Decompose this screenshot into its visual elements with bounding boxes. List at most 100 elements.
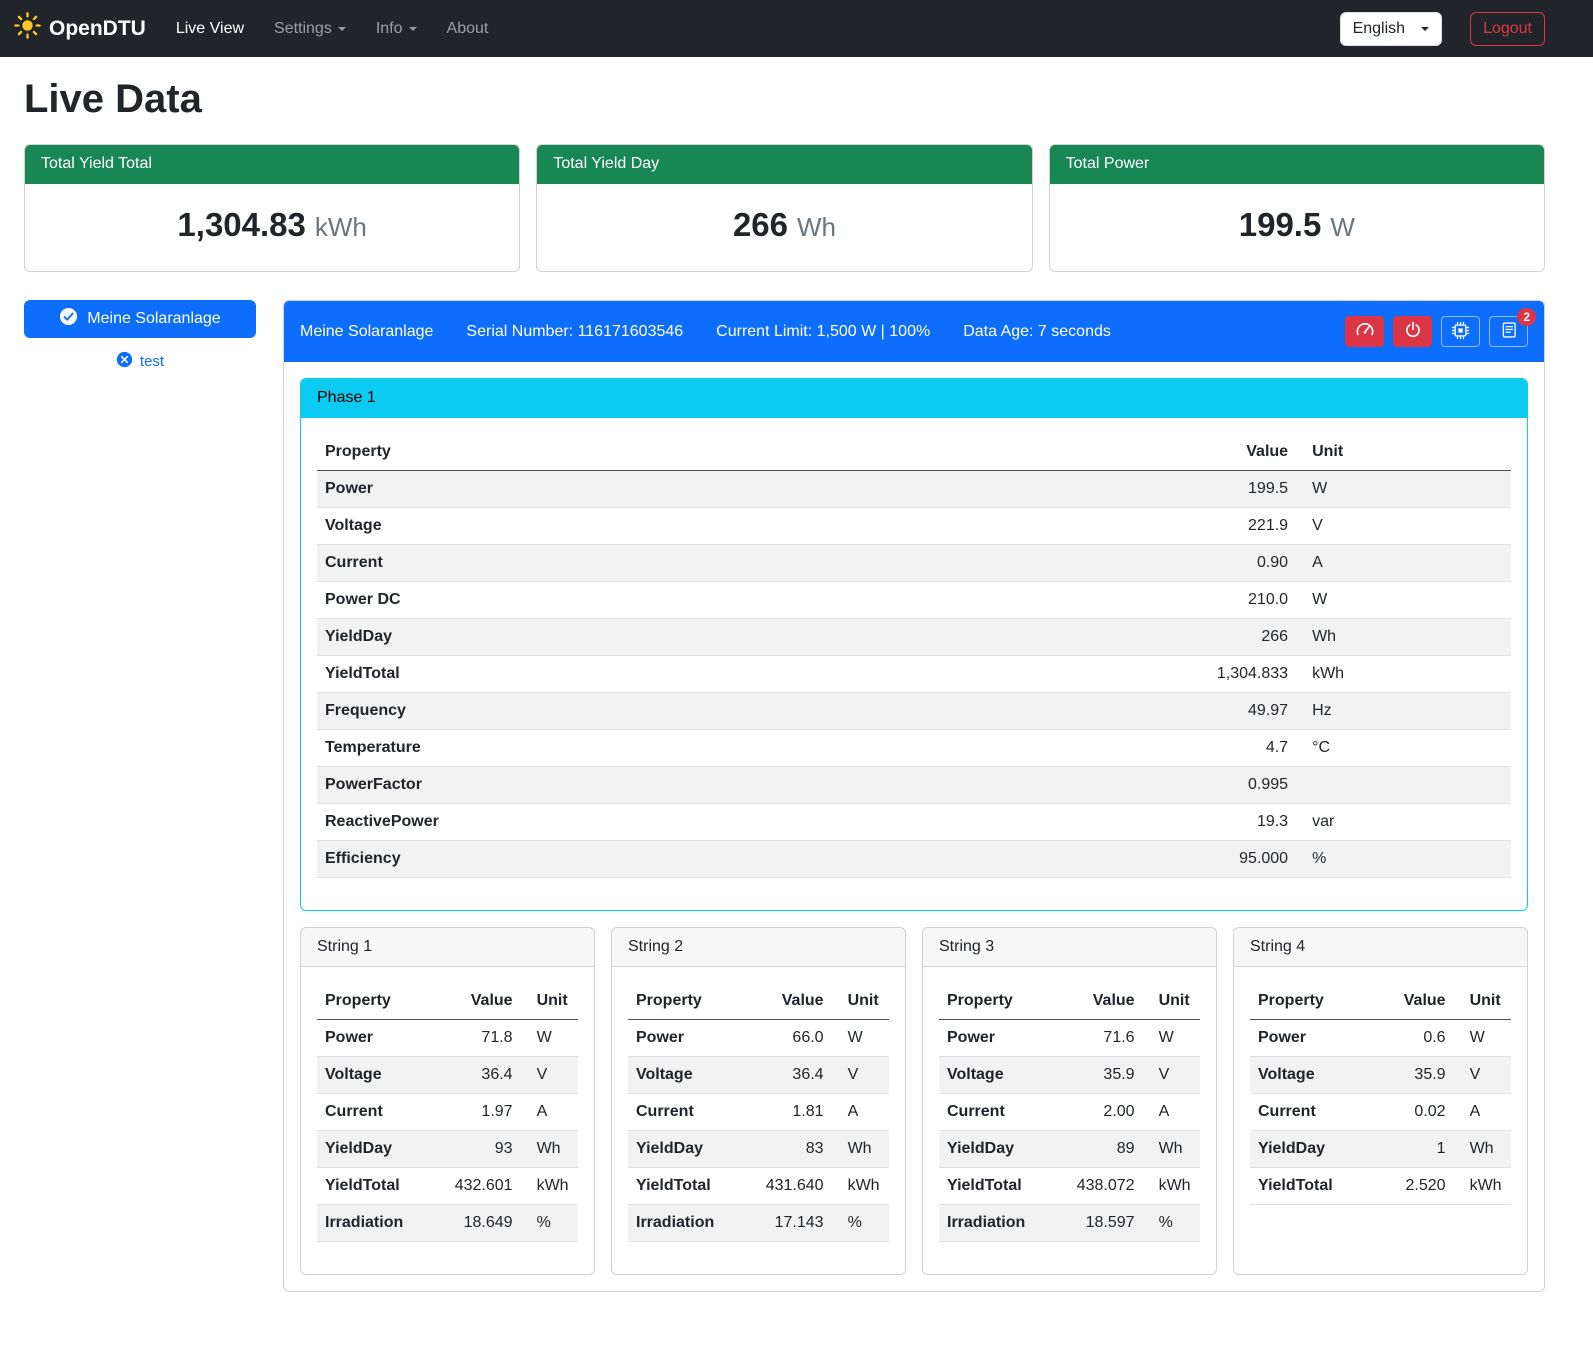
value-cell: 93 — [432, 1131, 521, 1168]
phase-1-title: Phase 1 — [301, 379, 1527, 418]
property-cell: Current — [1250, 1094, 1365, 1131]
property-header: Property — [628, 983, 743, 1020]
inverter-select-button[interactable]: Meine Solaranlage — [24, 300, 256, 338]
unit-cell: V — [1454, 1057, 1511, 1094]
property-cell: Temperature — [317, 730, 1033, 767]
string-1-body: Property Value Unit Power71.8W Voltage36… — [301, 967, 594, 1274]
nav-about[interactable]: About — [435, 12, 501, 46]
unit-cell: W — [1296, 582, 1511, 619]
value-cell: 1.81 — [743, 1094, 832, 1131]
string-4-table: Property Value Unit Power0.6W Voltage35.… — [1250, 983, 1511, 1205]
table-row: PowerFactor0.995 — [317, 767, 1511, 804]
nav-live-view[interactable]: Live View — [164, 12, 256, 46]
value-cell: 89 — [1054, 1131, 1143, 1168]
table-header-row: Property Value Unit — [1250, 983, 1511, 1020]
property-cell: Current — [628, 1094, 743, 1131]
string-3-card: String 3 Property Value Unit — [922, 927, 1217, 1275]
unit-cell: Wh — [1143, 1131, 1200, 1168]
table-row: YieldDay93Wh — [317, 1131, 578, 1168]
unit-cell: W — [1454, 1020, 1511, 1057]
total-yield-day-card: Total Yield Day 266Wh — [536, 144, 1032, 272]
property-cell: PowerFactor — [317, 767, 1033, 804]
journal-icon — [1500, 321, 1518, 342]
value-cell: 19.3 — [1033, 804, 1296, 841]
value-cell: 18.649 — [432, 1205, 521, 1242]
unit-cell: Hz — [1296, 693, 1511, 730]
event-log-button[interactable]: 2 — [1489, 316, 1528, 347]
value-cell: 210.0 — [1033, 582, 1296, 619]
unit-cell: A — [832, 1094, 889, 1131]
value-cell: 83 — [743, 1131, 832, 1168]
table-row: Irradiation17.143% — [628, 1205, 889, 1242]
property-cell: Frequency — [317, 693, 1033, 730]
card-title: Total Yield Total — [25, 145, 519, 184]
property-cell: Power — [317, 471, 1033, 508]
chevron-down-icon — [1421, 27, 1429, 31]
value-cell: 0.6 — [1365, 1020, 1454, 1057]
table-header-row: Property Value Unit — [317, 983, 578, 1020]
value-cell: 95.000 — [1033, 841, 1296, 878]
unit-cell: Wh — [1296, 619, 1511, 656]
inverter-test-label: test — [140, 353, 164, 370]
property-cell: Irradiation — [628, 1205, 743, 1242]
brand[interactable]: OpenDTU — [14, 12, 146, 45]
value-cell: 66.0 — [743, 1020, 832, 1057]
unit-cell: A — [521, 1094, 578, 1131]
inverter-actions: 2 — [1345, 316, 1528, 347]
string-4-body: Property Value Unit Power0.6W Voltage35.… — [1234, 967, 1527, 1237]
inverter-list: Meine Solaranlage test — [24, 300, 256, 372]
property-cell: Power — [317, 1020, 432, 1057]
value-header: Value — [1054, 983, 1143, 1020]
table-row: YieldTotal2.520kWh — [1250, 1168, 1511, 1205]
table-row: Voltage221.9V — [317, 508, 1511, 545]
table-row: Temperature4.7°C — [317, 730, 1511, 767]
nav-info[interactable]: Info — [364, 12, 429, 46]
language-select[interactable]: English — [1340, 12, 1442, 46]
table-row: Voltage36.4V — [628, 1057, 889, 1094]
inverter-serial: Serial Number: 116171603546 — [466, 323, 683, 341]
unit-cell: kWh — [1296, 656, 1511, 693]
property-cell: Power — [1250, 1020, 1365, 1057]
unit-header: Unit — [1296, 434, 1511, 471]
card-title: Total Power — [1050, 145, 1544, 184]
total-power-value: 199.5 — [1239, 206, 1322, 243]
logout-button[interactable]: Logout — [1470, 12, 1545, 46]
property-cell: Voltage — [1250, 1057, 1365, 1094]
unit-cell: V — [832, 1057, 889, 1094]
table-row: Power DC210.0W — [317, 582, 1511, 619]
power-icon — [1404, 321, 1422, 342]
string-4-title: String 4 — [1234, 928, 1527, 967]
table-row: Frequency49.97Hz — [317, 693, 1511, 730]
value-header: Value — [1365, 983, 1454, 1020]
power-button[interactable] — [1393, 316, 1432, 347]
property-cell: Power DC — [317, 582, 1033, 619]
value-cell: 36.4 — [743, 1057, 832, 1094]
table-row: Current0.90A — [317, 545, 1511, 582]
property-cell: ReactivePower — [317, 804, 1033, 841]
inverter-current-limit: Current Limit: 1,500 W | 100% — [716, 323, 930, 341]
value-cell: 1.97 — [432, 1094, 521, 1131]
unit-cell: % — [1296, 841, 1511, 878]
top-navbar: OpenDTU Live View Settings Info About En… — [0, 0, 1593, 57]
unit-cell: V — [1296, 508, 1511, 545]
table-row: YieldTotal432.601kWh — [317, 1168, 578, 1205]
string-1-table: Property Value Unit Power71.8W Voltage36… — [317, 983, 578, 1242]
property-cell: Voltage — [628, 1057, 743, 1094]
inverter-test-link[interactable]: test — [116, 351, 164, 372]
total-power-unit: W — [1330, 212, 1355, 242]
value-header: Value — [743, 983, 832, 1020]
value-cell: 1 — [1365, 1131, 1454, 1168]
nav-settings[interactable]: Settings — [262, 12, 358, 46]
table-row: Irradiation18.597% — [939, 1205, 1200, 1242]
property-cell: YieldTotal — [1250, 1168, 1365, 1205]
table-row: Voltage36.4V — [317, 1057, 578, 1094]
property-header: Property — [1250, 983, 1365, 1020]
property-cell: Current — [317, 1094, 432, 1131]
value-cell: 431.640 — [743, 1168, 832, 1205]
event-count-badge: 2 — [1517, 308, 1536, 326]
string-2-card: String 2 Property Value Unit — [611, 927, 906, 1275]
value-cell: 0.90 — [1033, 545, 1296, 582]
device-info-button[interactable] — [1441, 316, 1480, 347]
limit-settings-button[interactable] — [1345, 316, 1384, 347]
property-cell: YieldDay — [628, 1131, 743, 1168]
